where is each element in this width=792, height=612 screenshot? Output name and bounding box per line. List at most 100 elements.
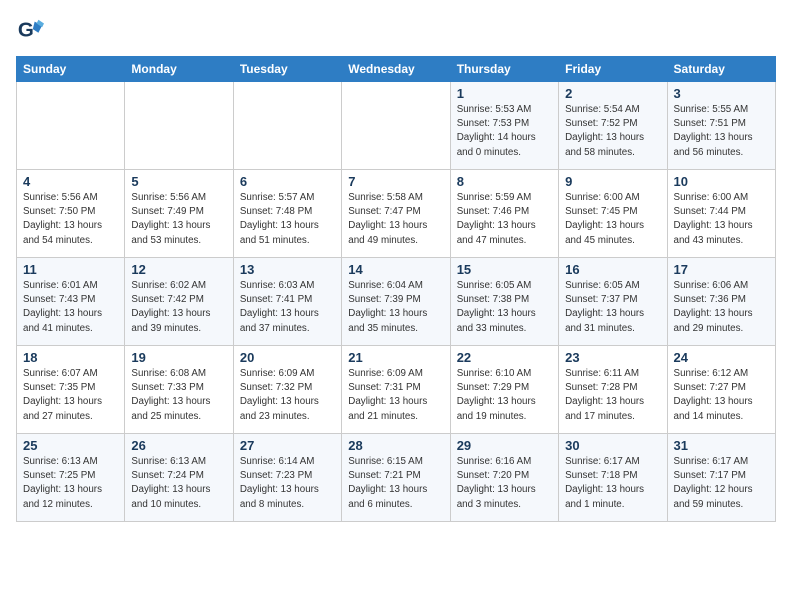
day-info: Sunrise: 6:02 AM Sunset: 7:42 PM Dayligh…: [131, 279, 226, 336]
calendar-cell: 2Sunrise: 5:54 AM Sunset: 7:52 PM Daylig…: [559, 82, 667, 170]
day-info: Sunrise: 6:05 AM Sunset: 7:37 PM Dayligh…: [565, 279, 660, 336]
calendar-cell: [17, 82, 125, 170]
day-info: Sunrise: 6:09 AM Sunset: 7:31 PM Dayligh…: [348, 367, 443, 424]
calendar-cell: 8 Sunrise: 5:59 AM Sunset: 7:46 PM Daylig…: [450, 170, 558, 258]
day-info: Sunrise: 6:08 AM Sunset: 7:33 PM Dayligh…: [131, 367, 226, 424]
day-info: Sunrise: 6:13 AM Sunset: 7:24 PM Dayligh…: [131, 455, 226, 512]
calendar-cell: 27 Sunrise: 6:14 AM Sunset: 7:23 PM Dayli…: [233, 434, 341, 522]
calendar-cell: 29 Sunrise: 6:16 AM Sunset: 7:20 PM Dayli…: [450, 434, 558, 522]
day-number: 25: [23, 438, 118, 453]
day-info: Sunrise: 6:10 AM Sunset: 7:29 PM Dayligh…: [457, 367, 552, 424]
day-number: 11: [23, 262, 118, 277]
day-number: 12: [131, 262, 226, 277]
day-number: 27: [240, 438, 335, 453]
day-number: 10: [674, 174, 769, 189]
calendar-cell: 10 Sunrise: 6:00 AM Sunset: 7:44 PM Dayli…: [667, 170, 775, 258]
calendar-cell: 11 Sunrise: 6:01 AM Sunset: 7:43 PM Dayli…: [17, 258, 125, 346]
day-info: Sunrise: 6:17 AM Sunset: 7:18 PM Dayligh…: [565, 455, 660, 512]
day-header-tuesday: Tuesday: [233, 57, 341, 82]
day-number: 26: [131, 438, 226, 453]
day-number: 28: [348, 438, 443, 453]
calendar-cell: 22 Sunrise: 6:10 AM Sunset: 7:29 PM Dayli…: [450, 346, 558, 434]
calendar-cell: 18 Sunrise: 6:07 AM Sunset: 7:35 PM Dayli…: [17, 346, 125, 434]
calendar-cell: 28 Sunrise: 6:15 AM Sunset: 7:21 PM Dayli…: [342, 434, 450, 522]
calendar-cell: 30 Sunrise: 6:17 AM Sunset: 7:18 PM Dayli…: [559, 434, 667, 522]
day-info: Sunrise: 5:59 AM Sunset: 7:46 PM Dayligh…: [457, 191, 552, 248]
day-number: 23: [565, 350, 660, 365]
day-number: 2: [565, 86, 660, 101]
day-number: 9: [565, 174, 660, 189]
day-info: Sunrise: 6:15 AM Sunset: 7:21 PM Dayligh…: [348, 455, 443, 512]
day-number: 18: [23, 350, 118, 365]
day-number: 3: [674, 86, 769, 101]
calendar-cell: 7Sunrise: 5:58 AM Sunset: 7:47 PM Daylig…: [342, 170, 450, 258]
calendar-cell: 16 Sunrise: 6:05 AM Sunset: 7:37 PM Dayli…: [559, 258, 667, 346]
day-info: Sunrise: 6:06 AM Sunset: 7:36 PM Dayligh…: [674, 279, 769, 336]
calendar-cell: [342, 82, 450, 170]
calendar-cell: 24Sunrise: 6:12 AM Sunset: 7:27 PM Dayli…: [667, 346, 775, 434]
day-info: Sunrise: 5:57 AM Sunset: 7:48 PM Dayligh…: [240, 191, 335, 248]
day-info: Sunrise: 6:03 AM Sunset: 7:41 PM Dayligh…: [240, 279, 335, 336]
calendar-cell: 31 Sunrise: 6:17 AM Sunset: 7:17 PM Dayli…: [667, 434, 775, 522]
day-info: Sunrise: 5:53 AM Sunset: 7:53 PM Dayligh…: [457, 103, 552, 160]
calendar-cell: 4 Sunrise: 5:56 AM Sunset: 7:50 PM Daylig…: [17, 170, 125, 258]
calendar-cell: 19 Sunrise: 6:08 AM Sunset: 7:33 PM Dayli…: [125, 346, 233, 434]
calendar-cell: 1 Sunrise: 5:53 AM Sunset: 7:53 PM Daylig…: [450, 82, 558, 170]
day-info: Sunrise: 6:00 AM Sunset: 7:45 PM Dayligh…: [565, 191, 660, 248]
day-info: Sunrise: 6:11 AM Sunset: 7:28 PM Dayligh…: [565, 367, 660, 424]
day-number: 31: [674, 438, 769, 453]
day-number: 22: [457, 350, 552, 365]
calendar-cell: 13 Sunrise: 6:03 AM Sunset: 7:41 PM Dayli…: [233, 258, 341, 346]
day-info: Sunrise: 6:07 AM Sunset: 7:35 PM Dayligh…: [23, 367, 118, 424]
day-info: Sunrise: 5:56 AM Sunset: 7:49 PM Dayligh…: [131, 191, 226, 248]
day-number: 15: [457, 262, 552, 277]
day-header-wednesday: Wednesday: [342, 57, 450, 82]
day-number: 13: [240, 262, 335, 277]
day-number: 1: [457, 86, 552, 101]
page-header: G: [16, 16, 776, 44]
calendar-cell: 9 Sunrise: 6:00 AM Sunset: 7:45 PM Daylig…: [559, 170, 667, 258]
day-info: Sunrise: 6:17 AM Sunset: 7:17 PM Dayligh…: [674, 455, 769, 512]
calendar-cell: [125, 82, 233, 170]
calendar-cell: 17Sunrise: 6:06 AM Sunset: 7:36 PM Dayli…: [667, 258, 775, 346]
day-number: 21: [348, 350, 443, 365]
calendar-cell: 21 Sunrise: 6:09 AM Sunset: 7:31 PM Dayli…: [342, 346, 450, 434]
day-number: 5: [131, 174, 226, 189]
day-info: Sunrise: 6:12 AM Sunset: 7:27 PM Dayligh…: [674, 367, 769, 424]
day-number: 14: [348, 262, 443, 277]
calendar-table: SundayMondayTuesdayWednesdayThursdayFrid…: [16, 56, 776, 522]
day-header-monday: Monday: [125, 57, 233, 82]
calendar-cell: 20 Sunrise: 6:09 AM Sunset: 7:32 PM Dayli…: [233, 346, 341, 434]
calendar-cell: [233, 82, 341, 170]
day-info: Sunrise: 6:09 AM Sunset: 7:32 PM Dayligh…: [240, 367, 335, 424]
day-header-sunday: Sunday: [17, 57, 125, 82]
calendar-cell: 23 Sunrise: 6:11 AM Sunset: 7:28 PM Dayli…: [559, 346, 667, 434]
calendar-cell: 25 Sunrise: 6:13 AM Sunset: 7:25 PM Dayli…: [17, 434, 125, 522]
day-number: 16: [565, 262, 660, 277]
day-number: 7: [348, 174, 443, 189]
calendar-cell: 5 Sunrise: 5:56 AM Sunset: 7:49 PM Daylig…: [125, 170, 233, 258]
day-header-friday: Friday: [559, 57, 667, 82]
day-header-saturday: Saturday: [667, 57, 775, 82]
svg-text:G: G: [18, 19, 34, 42]
day-info: Sunrise: 5:55 AM Sunset: 7:51 PM Dayligh…: [674, 103, 769, 160]
day-number: 30: [565, 438, 660, 453]
day-number: 8: [457, 174, 552, 189]
day-info: Sunrise: 6:14 AM Sunset: 7:23 PM Dayligh…: [240, 455, 335, 512]
day-number: 19: [131, 350, 226, 365]
day-info: Sunrise: 5:56 AM Sunset: 7:50 PM Dayligh…: [23, 191, 118, 248]
day-number: 20: [240, 350, 335, 365]
calendar-cell: 15Sunrise: 6:05 AM Sunset: 7:38 PM Dayli…: [450, 258, 558, 346]
day-info: Sunrise: 6:04 AM Sunset: 7:39 PM Dayligh…: [348, 279, 443, 336]
calendar-cell: 12 Sunrise: 6:02 AM Sunset: 7:42 PM Dayli…: [125, 258, 233, 346]
logo-icon: G: [16, 16, 44, 44]
day-info: Sunrise: 6:13 AM Sunset: 7:25 PM Dayligh…: [23, 455, 118, 512]
day-number: 4: [23, 174, 118, 189]
calendar-cell: 3 Sunrise: 5:55 AM Sunset: 7:51 PM Daylig…: [667, 82, 775, 170]
day-number: 29: [457, 438, 552, 453]
calendar-cell: 14 Sunrise: 6:04 AM Sunset: 7:39 PM Dayli…: [342, 258, 450, 346]
calendar-cell: 26 Sunrise: 6:13 AM Sunset: 7:24 PM Dayli…: [125, 434, 233, 522]
day-info: Sunrise: 6:00 AM Sunset: 7:44 PM Dayligh…: [674, 191, 769, 248]
day-info: Sunrise: 6:01 AM Sunset: 7:43 PM Dayligh…: [23, 279, 118, 336]
day-info: Sunrise: 6:16 AM Sunset: 7:20 PM Dayligh…: [457, 455, 552, 512]
